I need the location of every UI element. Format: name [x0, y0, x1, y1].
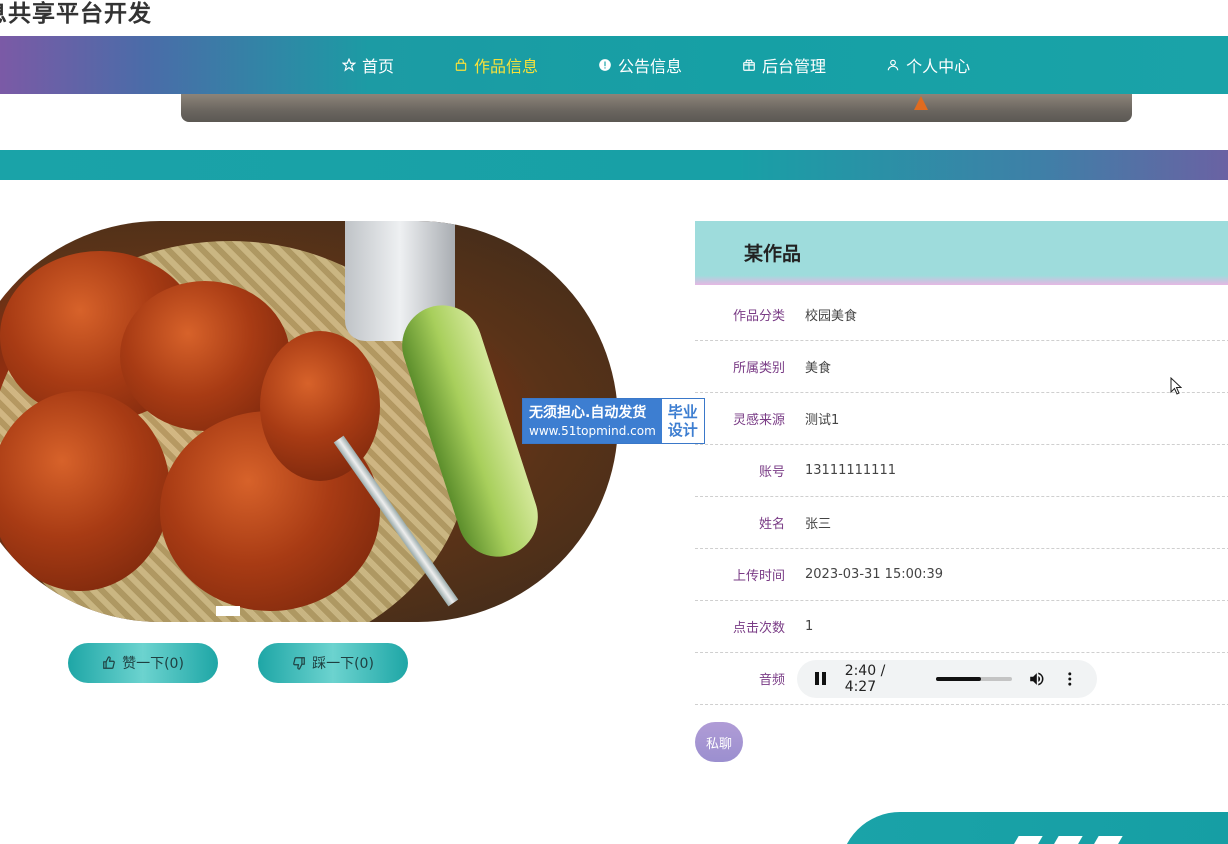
audio-time: 2:40 / 4:27 [844, 662, 886, 695]
row-value: 2023-03-31 15:00:39 [805, 567, 944, 582]
watermark-right-line1: 毕业 [667, 403, 698, 421]
info-icon [599, 59, 611, 71]
user-icon [887, 59, 899, 71]
detail-header: 某作品 [695, 221, 1228, 285]
footer-stripe [1001, 836, 1043, 844]
detail-row-clicks: 点击次数 1 [695, 601, 1228, 653]
nav-item-label: 作品信息 [474, 57, 539, 76]
detail-list: 作品分类 校园美食 所属类别 美食 灵感来源 测试1 账号 1311111111… [695, 289, 1228, 705]
row-value: 美食 [805, 361, 832, 376]
audio-player[interactable]: 2:40 / 4:27 [797, 659, 1097, 698]
watermark-left: 无须担心.自动发货 www.51topmind.com [523, 399, 662, 443]
mouse-cursor-icon [1170, 377, 1182, 395]
nav-item-home[interactable]: 首页 [342, 53, 394, 77]
row-label: 上传时间 [732, 569, 785, 584]
banner-image [181, 94, 1132, 122]
detail-row-upload-time: 上传时间 2023-03-31 15:00:39 [695, 549, 1228, 601]
watermark-url: www.51topmind.com [529, 424, 656, 438]
site-title: 息共享平台开发 [0, 1, 152, 27]
row-value: 张三 [805, 517, 832, 532]
watermark-right-line2: 设计 [667, 421, 698, 439]
like-label: 赞一下(0) [122, 656, 184, 672]
detail-row-audio: 音频 2:40 / 4:27 [695, 653, 1228, 705]
nav-item-works[interactable]: 作品信息 [454, 53, 538, 77]
footer-stripe [1041, 836, 1083, 844]
row-value: 测试1 [805, 413, 840, 428]
nav-bar: 首页 作品信息 公告信息 后台管理 个人中心 [0, 36, 1228, 94]
row-label: 点击次数 [732, 621, 785, 636]
carousel-dot[interactable] [216, 606, 240, 616]
footer-stripe [1081, 836, 1123, 844]
row-label: 灵感来源 [732, 413, 785, 428]
watermark: 无须担心.自动发货 www.51topmind.com 毕业 设计 [522, 398, 705, 444]
pause-icon[interactable] [815, 671, 829, 686]
nav-item-label: 首页 [362, 57, 395, 76]
row-label: 姓名 [758, 517, 785, 532]
private-chat-button[interactable]: 私聊 [695, 722, 743, 762]
like-button[interactable]: 赞一下(0) [68, 643, 218, 683]
detail-row-account: 账号 13111111111 [695, 445, 1228, 497]
detail-row-inspiration: 灵感来源 测试1 [695, 393, 1228, 445]
nav-item-notices[interactable]: 公告信息 [598, 53, 682, 77]
gift-icon [743, 59, 755, 71]
bag-icon [455, 58, 467, 71]
row-label: 账号 [758, 465, 785, 480]
row-label: 音频 [758, 673, 785, 688]
dislike-button[interactable]: 踩一下(0) [258, 643, 408, 683]
nav-item-label: 后台管理 [762, 57, 827, 76]
nav-list: 首页 作品信息 公告信息 后台管理 个人中心 [342, 36, 1030, 94]
nav-left-curve [0, 94, 90, 124]
section-divider [0, 150, 1228, 180]
dislike-label: 踩一下(0) [312, 656, 374, 672]
audio-progress-fill [935, 676, 982, 681]
nav-item-admin[interactable]: 后台管理 [742, 53, 826, 77]
row-value: 1 [805, 619, 814, 634]
audio-progress-slider[interactable] [935, 676, 1012, 681]
row-value: 校园美食 [805, 309, 858, 324]
volume-icon[interactable] [1028, 670, 1046, 688]
detail-row-category: 作品分类 校园美食 [695, 289, 1228, 341]
watermark-slogan: 无须担心.自动发货 [529, 405, 647, 421]
work-title: 某作品 [744, 243, 802, 265]
star-icon [342, 58, 356, 72]
chicken-image [260, 331, 380, 481]
traffic-cone-image [914, 96, 928, 110]
more-options-icon[interactable] [1061, 670, 1079, 688]
row-label: 作品分类 [732, 309, 785, 324]
nav-item-profile[interactable]: 个人中心 [886, 53, 970, 77]
thumbs-up-icon [103, 656, 115, 669]
nav-item-label: 个人中心 [906, 57, 971, 76]
detail-row-type: 所属类别 美食 [695, 341, 1228, 393]
row-value: 13111111111 [805, 463, 896, 478]
footer-decoration [840, 812, 1228, 844]
nav-item-label: 公告信息 [618, 57, 683, 76]
thumbs-down-icon [293, 657, 305, 670]
detail-row-name: 姓名 张三 [695, 497, 1228, 549]
row-label: 所属类别 [732, 361, 785, 376]
